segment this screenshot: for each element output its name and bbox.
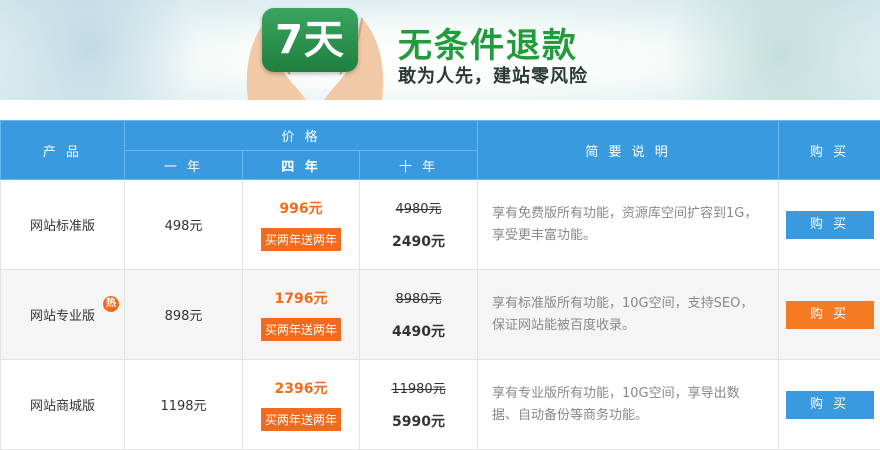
pricing-table: 产 品 价 格 简 要 说 明 购 买 一 年 四 年 十 年 网站标准版 49…	[0, 120, 880, 450]
price-ten-year: 2490元	[392, 234, 445, 250]
product-name: 网站商城版	[0, 359, 125, 450]
price-four-year: 1796元	[274, 291, 328, 307]
banner-title: 无条件退款	[398, 26, 578, 66]
buy-button-mall[interactable]: 购 买	[785, 390, 874, 419]
header-price: 价 格	[123, 120, 479, 151]
hot-badge: 热	[103, 296, 119, 312]
price-ten-year-original: 4980元	[395, 202, 442, 217]
buy-cell: 购 买	[778, 179, 880, 270]
price-ten-year-cell: 8980元 4490元	[358, 269, 479, 360]
header-buy: 购 买	[778, 120, 880, 180]
price-ten-year-cell: 4980元 2490元	[358, 179, 479, 270]
product-name: 网站标准版	[0, 179, 125, 270]
header-four-year: 四 年	[242, 150, 360, 180]
buy-button-standard[interactable]: 购 买	[785, 210, 874, 239]
price-ten-year: 5990元	[392, 414, 445, 430]
banner-blur-right	[640, 0, 880, 100]
product-name: 网站专业版	[29, 309, 95, 324]
table-row: 网站专业版 热 898元 1796元 买两年送两年 8980元 4490元 享有…	[0, 269, 880, 360]
price-ten-year-original: 11980元	[391, 382, 446, 397]
price-ten-year: 4490元	[392, 324, 445, 340]
price-four-year-cell: 996元 买两年送两年	[242, 179, 360, 270]
promo-tag: 买两年送两年	[260, 318, 341, 341]
promo-banner: 7天 无条件退款 敢为人先，建站零风险	[0, 0, 880, 100]
buy-cell: 购 买	[778, 359, 880, 450]
price-four-year: 2396元	[274, 381, 328, 397]
table-row: 网站商城版 1198元 2396元 买两年送两年 11980元 5990元 享有…	[0, 359, 880, 450]
header-one-year: 一 年	[124, 150, 243, 180]
price-four-year-cell: 2396元 买两年送两年	[242, 359, 360, 450]
price-ten-year-cell: 11980元 5990元	[358, 359, 479, 450]
promo-tag: 买两年送两年	[260, 408, 341, 431]
buy-button-professional[interactable]: 购 买	[785, 300, 874, 329]
price-one-year: 1198元	[124, 359, 243, 450]
plan-description: 享有免费版所有功能，资源库空间扩容到1G，享受更丰富功能。	[477, 179, 780, 270]
header-product: 产 品	[0, 120, 125, 180]
table-row: 网站标准版 498元 996元 买两年送两年 4980元 2490元 享有免费版…	[0, 179, 880, 270]
price-one-year: 498元	[124, 179, 243, 270]
product-name-cell: 网站专业版 热	[0, 269, 125, 360]
banner-blur-left	[0, 0, 220, 100]
header-description: 简 要 说 明	[477, 120, 780, 180]
price-ten-year-original: 8980元	[395, 292, 442, 307]
price-one-year: 898元	[124, 269, 243, 360]
buy-cell: 购 买	[778, 269, 880, 360]
header-ten-year: 十 年	[358, 150, 479, 180]
plan-description: 享有标准版所有功能，10G空间，支持SEO，保证网站能被百度收录。	[477, 269, 780, 360]
promo-tag: 买两年送两年	[260, 228, 341, 251]
seven-days-badge: 7天	[262, 8, 358, 72]
banner-subtitle: 敢为人先，建站零风险	[398, 66, 588, 87]
price-four-year-cell: 1796元 买两年送两年	[242, 269, 360, 360]
price-four-year: 996元	[279, 201, 323, 217]
plan-description: 享有专业版所有功能，10G空间，享导出数据、自动备份等商务功能。	[477, 359, 780, 450]
